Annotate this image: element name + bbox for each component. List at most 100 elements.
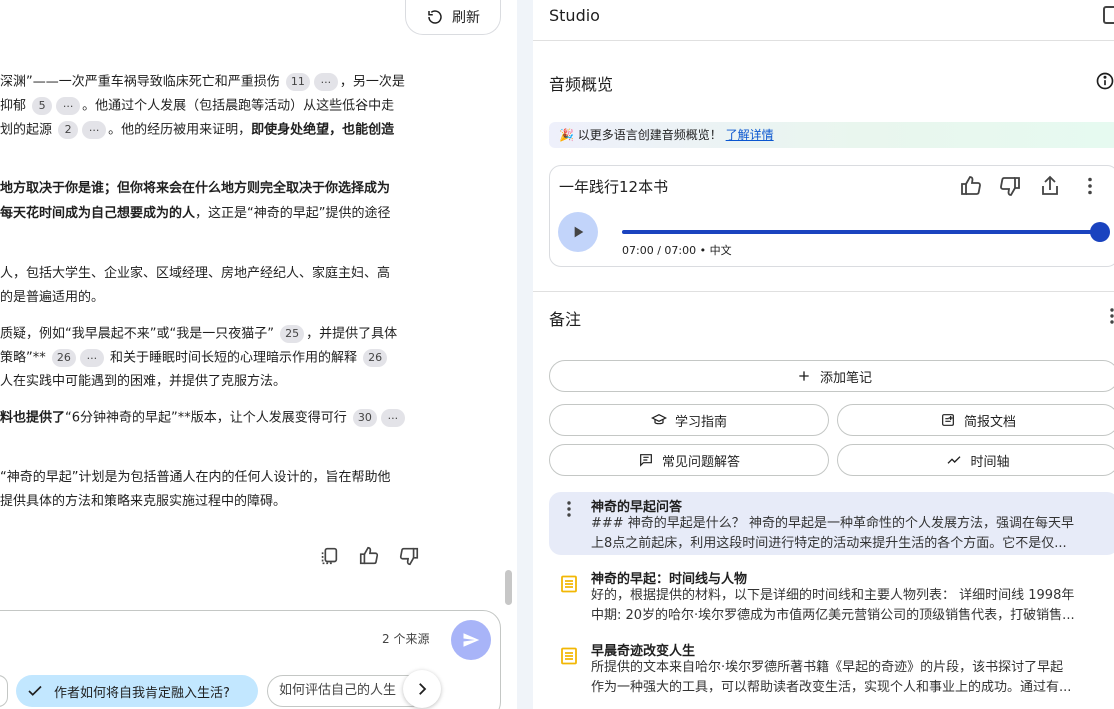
- add-note-button[interactable]: 添加笔记: [549, 360, 1114, 392]
- chat-scrollbar[interactable]: [505, 570, 512, 605]
- text-span: 策略”**: [0, 350, 50, 366]
- briefing-doc-button[interactable]: 简报文档: [837, 404, 1114, 436]
- divider-line: [533, 40, 1114, 41]
- thumbs-up-icon: [961, 176, 981, 195]
- refresh-icon: [428, 10, 442, 24]
- note-preview: 好的，根据提供的材料，以下是详细的时间线和主要人物列表： 详细时间线 1998年…: [591, 586, 1114, 626]
- study-guide-button[interactable]: 学习指南: [549, 404, 829, 436]
- plus-icon: [799, 371, 809, 381]
- citation-badge[interactable]: 26: [363, 349, 388, 367]
- note-item[interactable]: 神奇的早起问答 ### 神奇的早起是什么？ 神奇的早起是一种革命性的个人发展方法…: [549, 492, 1114, 555]
- bold-text: 每天花时间成为自己想要成为的人: [0, 206, 196, 221]
- send-button[interactable]: [451, 620, 491, 660]
- chevron-right-icon: [419, 683, 427, 695]
- text-span: 的是普遍适用的。: [0, 290, 105, 305]
- play-button[interactable]: [558, 212, 598, 252]
- chat-text-line: 提供具体的方法和策略来克服实施过程中的障碍。: [0, 493, 286, 511]
- audio-progress-handle[interactable]: [1090, 222, 1110, 242]
- thumbs-down-button[interactable]: [398, 545, 420, 567]
- text-span: 人在实践中可能遇到的困难，并提供了克服方法。: [0, 374, 287, 389]
- audio-overview-title: 音频概览: [549, 75, 614, 94]
- text-span: 划的起源: [0, 122, 57, 138]
- chat-text-line: “神奇的早起”计划是为包括普通人在内的任何人设计的，旨在帮助他: [0, 469, 390, 487]
- note-title: 神奇的早起：时间线与人物: [591, 572, 748, 587]
- citation-more-button[interactable]: ...: [313, 73, 338, 91]
- note-preview-line: 中期: 20岁的哈尔·埃尔罗德成为市值两亿美元营销公司的顶级销售代表，打破销售.…: [591, 608, 1075, 623]
- more-vert-icon: [1088, 177, 1092, 195]
- note-item[interactable]: 神奇的早起：时间线与人物 好的，根据提供的材料，以下是详细的时间线和主要人物列表…: [549, 566, 1114, 626]
- info-icon[interactable]: [1095, 71, 1114, 91]
- citation-more-button[interactable]: ...: [79, 349, 104, 367]
- chat-panel: 刷新 深渊”——一次严重车祸导致临床死亡和严重损伤 11... ，另一次是 抑郁 5…: [0, 0, 517, 709]
- audio-more-button[interactable]: [1078, 174, 1102, 198]
- citation-badge[interactable]: 2: [58, 121, 79, 139]
- note-preview-line: 所提供的文本来自哈尔·埃尔罗德所著书籍《早起的奇迹》的片段，该书探讨了早起: [591, 660, 1064, 675]
- learn-more-link[interactable]: 了解详情: [726, 128, 774, 142]
- bold-text: 地方取决于你是谁；但你将来会在什么地方则完全取决于你选择成为: [0, 181, 391, 196]
- text-span: 深渊”——一次严重车祸导致临床死亡和严重损伤: [0, 74, 284, 90]
- citation-more-button[interactable]: ...: [56, 97, 81, 115]
- citation-more-button[interactable]: ...: [380, 409, 405, 427]
- timeline-button[interactable]: 时间轴: [837, 444, 1114, 476]
- citation-badge[interactable]: 26: [51, 349, 76, 367]
- bold-text: 料也提供了: [0, 410, 66, 426]
- citation-badge[interactable]: 11: [285, 73, 310, 91]
- audio-name: 一年践行12本书: [559, 178, 669, 196]
- audio-thumbs-down-button[interactable]: [998, 174, 1022, 198]
- copy-button[interactable]: [318, 545, 340, 567]
- panel-toggle-icon[interactable]: [1103, 6, 1114, 24]
- audio-progress-track[interactable]: [622, 222, 1110, 242]
- citation-badge[interactable]: 5: [32, 97, 53, 115]
- suggestion-chip-label: 作者如何将自我肯定融入生活?: [54, 685, 230, 701]
- message-actions: [318, 545, 420, 567]
- language-banner: 🎉 以更多语言创建音频概览！ 了解详情: [549, 122, 1114, 148]
- faq-label: 常见问题解答: [661, 454, 740, 470]
- note-item[interactable]: 早晨奇迹改变人生 所提供的文本来自哈尔·埃尔罗德所著书籍《早起的奇迹》的片段，该…: [549, 638, 1114, 700]
- text-span: ，另一次是: [339, 74, 405, 90]
- chat-text-line: 地方取决于你是谁；但你将来会在什么地方则完全取决于你选择成为: [0, 180, 390, 198]
- thumbs-up-icon: [359, 546, 379, 565]
- studio-title: Studio: [549, 6, 600, 25]
- text-span: “6分钟神奇的早起”**版本，让个人发展变得可行: [65, 410, 351, 426]
- audio-share-button[interactable]: [1038, 174, 1062, 198]
- chat-text-line: 划的起源 2... 。他的经历被用来证明，即使身处绝望，也能创造: [0, 121, 394, 140]
- suggestion-chip[interactable]: 作者如何将自我肯定融入生活?: [16, 675, 258, 707]
- panel-divider: [517, 0, 533, 709]
- audio-thumbs-up-button[interactable]: [959, 174, 983, 198]
- more-vert-icon[interactable]: [1107, 306, 1114, 326]
- note-title: 早晨奇迹改变人生: [591, 644, 696, 659]
- timeline-icon: [948, 456, 961, 464]
- study-guide-label: 学习指南: [674, 414, 727, 430]
- thumbs-down-icon: [1000, 177, 1020, 196]
- text-span: 质疑，例如“我早晨起不来”或“我是一只夜猫子”: [0, 326, 279, 342]
- check-icon: [28, 685, 42, 696]
- citation-badge[interactable]: 30: [352, 409, 377, 427]
- chat-text-line: 抑郁 5... 。他通过个人发展（包括晨跑等活动）从这些低谷中走: [0, 97, 394, 116]
- thumbs-up-button[interactable]: [358, 545, 380, 567]
- studio-panel: Studio 音频概览 🎉 以更多语言创建音频概览！ 了解详情 一年践行12本书…: [533, 0, 1114, 709]
- note-preview-line: 好的，根据提供的材料，以下是详细的时间线和主要人物列表： 详细时间线 1998年: [591, 588, 1075, 603]
- text-span: ，这正是“神奇的早起”提供的途径: [195, 206, 391, 221]
- audio-progress-fill: [622, 230, 1100, 234]
- graduation-cap-icon: [650, 413, 667, 425]
- refresh-button[interactable]: 刷新: [405, 0, 501, 35]
- note-preview: 所提供的文本来自哈尔·埃尔罗德所著书籍《早起的奇迹》的片段，该书探讨了早起 作为…: [591, 658, 1114, 698]
- text-span: ，并提供了具体: [306, 326, 398, 342]
- chat-text-line: 人，包括大学生、企业家、区域经理、房地产经纪人、家庭主妇、高: [0, 265, 390, 283]
- note-preview-line: 作为一种强大的工具，可以帮助读者改变生活，实现个人和事业上的成功。通过有...: [591, 680, 1072, 695]
- timeline-label: 时间轴: [970, 454, 1010, 470]
- more-vert-icon[interactable]: [562, 500, 576, 518]
- text-span: 人，包括大学生、企业家、区域经理、房地产经纪人、家庭主妇、高: [0, 266, 391, 281]
- note-title: 神奇的早起问答: [591, 500, 683, 515]
- citation-more-button[interactable]: ...: [82, 121, 107, 139]
- banner-text: 以更多语言创建音频概览！: [577, 128, 722, 142]
- audio-card: 一年践行12本书 07:00 / 07:00 • 中文: [549, 165, 1114, 267]
- suggestions-next-button[interactable]: [403, 670, 441, 708]
- thumbs-down-icon: [399, 547, 419, 566]
- note-preview: ### 神奇的早起是什么？ 神奇的早起是一种革命性的个人发展方法，强调在每天早 …: [591, 514, 1114, 554]
- text-span: 。他的经历被用来证明，: [108, 122, 252, 138]
- faq-button[interactable]: 常见问题解答: [549, 444, 829, 476]
- chat-text-line: 每天花时间成为自己想要成为的人，这正是“神奇的早起”提供的途径: [0, 205, 391, 223]
- citation-badge[interactable]: 25: [280, 325, 305, 343]
- text-span: 。他通过个人发展（包括晨跑等活动）从这些低谷中走: [82, 98, 395, 114]
